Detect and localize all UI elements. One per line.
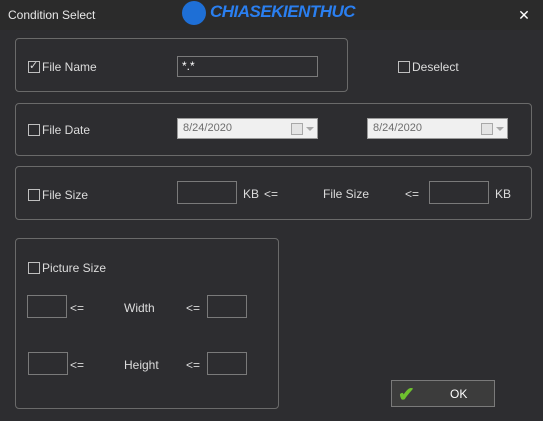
- height-max-input[interactable]: [207, 352, 247, 375]
- height-op2: <=: [186, 358, 201, 372]
- picture-size-checkbox[interactable]: [28, 262, 40, 274]
- height-label: Height: [124, 358, 159, 372]
- window-title: Condition Select: [8, 8, 96, 22]
- calendar-icon: [291, 123, 303, 135]
- check-icon: ✔: [398, 384, 415, 406]
- width-op1: <=: [70, 301, 85, 315]
- file-name-label[interactable]: File Name: [42, 60, 97, 74]
- file-date-checkbox[interactable]: [28, 124, 40, 136]
- width-max-input[interactable]: [207, 295, 247, 318]
- ok-label: OK: [450, 387, 468, 401]
- file-size-checkbox[interactable]: [28, 189, 40, 201]
- close-icon: ✕: [518, 7, 530, 23]
- watermark-logo: CHIASEKIENTHUC: [182, 0, 356, 28]
- title-bar: Condition Select CHIASEKIENTHUC ✕: [0, 0, 543, 30]
- chevron-down-icon: [306, 127, 314, 131]
- file-size-max-input[interactable]: [429, 181, 489, 204]
- close-button[interactable]: ✕: [514, 5, 534, 25]
- height-min-input[interactable]: [28, 352, 68, 375]
- file-size-op2: <=: [405, 187, 420, 201]
- file-size-label[interactable]: File Size: [42, 188, 88, 202]
- file-date-label[interactable]: File Date: [42, 123, 90, 137]
- file-name-input[interactable]: *.*: [177, 56, 318, 77]
- file-size-middle-label: File Size: [323, 187, 370, 201]
- picture-size-label[interactable]: Picture Size: [42, 261, 106, 275]
- logo-icon: [182, 1, 206, 25]
- file-size-unit1: KB: [243, 187, 260, 201]
- chevron-down-icon: [496, 127, 504, 131]
- calendar-icon: [481, 123, 493, 135]
- file-size-op1: <=: [264, 187, 279, 201]
- deselect-label[interactable]: Deselect: [412, 60, 459, 74]
- width-min-input[interactable]: [27, 295, 67, 318]
- file-name-checkbox[interactable]: [28, 59, 40, 73]
- height-op1: <=: [70, 358, 85, 372]
- deselect-checkbox[interactable]: [398, 61, 410, 73]
- ok-button[interactable]: ✔ OK: [391, 380, 495, 407]
- date-to-value: 8/24/2020: [373, 122, 422, 134]
- logo-text: CHIASEKIENTHUC: [210, 2, 356, 21]
- date-from-picker[interactable]: 8/24/2020: [177, 118, 318, 139]
- width-label: Width: [124, 301, 155, 315]
- width-op2: <=: [186, 301, 201, 315]
- file-size-min-input[interactable]: [177, 181, 237, 204]
- file-size-unit2: KB: [495, 187, 512, 201]
- date-to-picker[interactable]: 8/24/2020: [367, 118, 508, 139]
- date-from-value: 8/24/2020: [183, 122, 232, 134]
